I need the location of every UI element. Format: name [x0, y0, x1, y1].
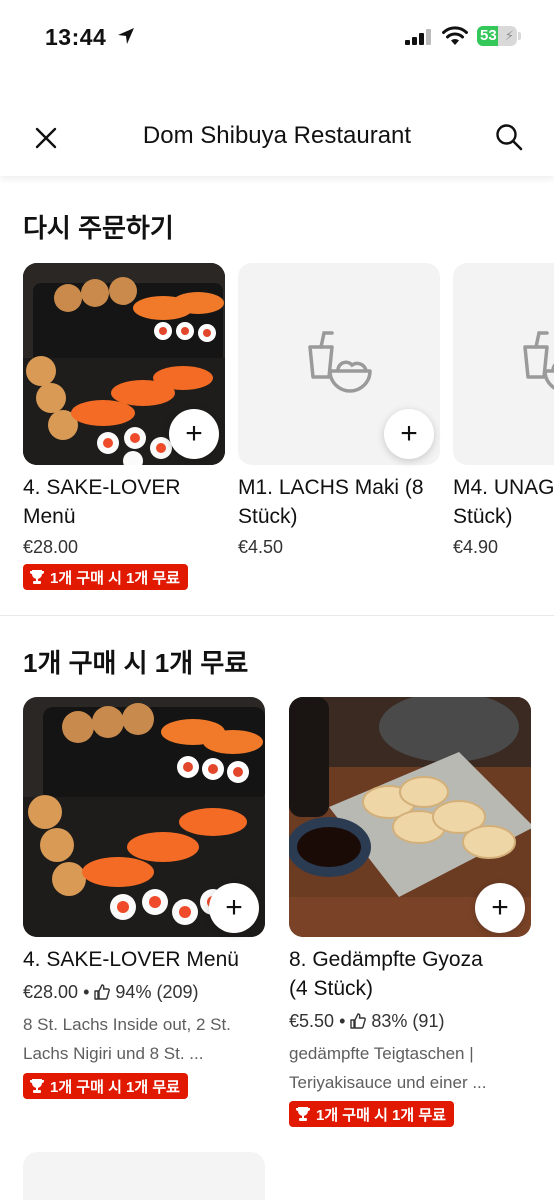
promo-badge: 1개 구매 시 1개 무료: [289, 1101, 454, 1127]
reorder-section-title: 다시 주문하기: [23, 213, 174, 243]
item-price: €5.50: [289, 1011, 335, 1031]
item-name-line2: (4 Stück): [289, 977, 374, 1000]
plus-icon: +: [400, 417, 418, 450]
add-to-cart-button[interactable]: +: [209, 883, 259, 933]
promo-text: 1개 구매 시 1개 무료: [50, 1078, 180, 1096]
item-name-line2: Stück): [238, 505, 298, 528]
reorder-item-card[interactable]: M4. UNAG Stück) €4.90: [453, 263, 554, 563]
item-description-line2: Teriyakisauce und einer ...: [289, 1073, 487, 1092]
item-rating: 83% (91): [371, 1011, 445, 1031]
add-to-cart-button[interactable]: +: [169, 409, 219, 459]
status-bar: 13:44 53 ⚡: [0, 0, 554, 72]
bogo-section-title: 1개 구매 시 1개 무료: [23, 648, 249, 678]
item-name-line2: Stück): [453, 505, 513, 528]
item-name: 4. SAKE-LOVER: [23, 476, 181, 499]
item-name: 4. SAKE-LOVER Menü: [23, 948, 239, 971]
promo-badge: 1개 구매 시 1개 무료: [23, 1073, 188, 1099]
menu-item-card[interactable]: + 4. SAKE-LOVER Menü €28.00 • 94% (209) …: [23, 697, 265, 1107]
item-description-line2: Lachs Nigiri und 8 St. ...: [23, 1044, 204, 1063]
trophy-icon: [296, 1107, 310, 1121]
item-price: €4.90: [453, 537, 499, 557]
promo-text: 1개 구매 시 1개 무료: [50, 569, 180, 587]
location-arrow-icon: [118, 28, 134, 44]
item-rating: 94% (209): [115, 982, 199, 1002]
plus-icon: +: [225, 891, 243, 924]
trophy-icon: [30, 570, 44, 584]
battery-indicator: 53 ⚡: [477, 26, 517, 46]
status-time: 13:44: [45, 24, 107, 50]
thumbs-up-icon: [94, 984, 111, 1000]
promo-badge: 1개 구매 시 1개 무료: [23, 564, 188, 590]
item-price-rating: €5.50 • 83% (91): [289, 1011, 444, 1032]
charging-bolt-icon: ⚡: [504, 28, 514, 43]
item-price: €4.50: [238, 537, 284, 557]
item-name-line2: Menü: [23, 505, 76, 528]
battery-nub: [518, 32, 521, 40]
item-price-rating: €28.00 • 94% (209): [23, 982, 198, 1003]
page-title: Dom Shibuya Restaurant: [142, 122, 412, 149]
add-to-cart-button[interactable]: +: [384, 409, 434, 459]
section-divider: [0, 615, 554, 616]
reorder-item-card[interactable]: + M1. LACHS Maki (8 Stück) €4.50: [238, 263, 440, 563]
search-icon[interactable]: [494, 122, 524, 152]
item-name: M1. LACHS Maki (8: [238, 476, 424, 499]
trophy-icon: [30, 1079, 44, 1093]
food-bowl-placeholder-icon: [523, 331, 554, 390]
item-name: M4. UNAG: [453, 476, 554, 499]
promo-text: 1개 구매 시 1개 무료: [316, 1106, 446, 1124]
item-description: 8 St. Lachs Inside out, 2 St.: [23, 1015, 231, 1034]
food-bowl-placeholder-icon: [308, 331, 372, 393]
add-to-cart-button[interactable]: +: [475, 883, 525, 933]
item-price: €28.00: [23, 982, 79, 1002]
item-name: 8. Gedämpfte Gyoza: [289, 948, 483, 971]
item-price: €28.00: [23, 537, 79, 557]
thumbs-up-icon: [350, 1013, 367, 1029]
plus-icon: +: [491, 891, 509, 924]
meta-separator: •: [339, 1011, 346, 1031]
battery-percent: 53: [480, 27, 497, 44]
item-description: gedämpfte Teigtaschen |: [289, 1044, 474, 1063]
menu-item-card[interactable]: + 8. Gedämpfte Gyoza (4 Stück) €5.50 • 8…: [289, 697, 531, 1137]
cellular-signal-icon: [405, 29, 431, 45]
store-header: Dom Shibuya Restaurant: [0, 100, 554, 176]
plus-icon: +: [185, 417, 203, 450]
item-photo-placeholder: [453, 263, 554, 465]
meta-separator: •: [83, 982, 90, 1002]
menu-item-card-partial[interactable]: [23, 1152, 265, 1200]
wifi-icon: [442, 26, 468, 45]
reorder-item-card[interactable]: + 4. SAKE-LOVER Menü €28.00 1개 구매 시 1개 무…: [23, 263, 225, 593]
